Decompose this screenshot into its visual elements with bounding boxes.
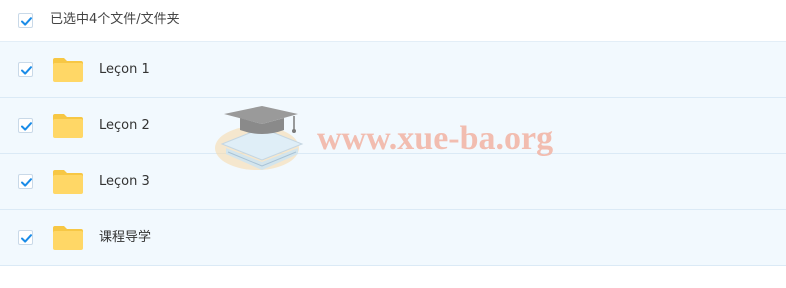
item-checkbox[interactable] (18, 230, 33, 245)
list-item[interactable]: Leçon 1 (0, 42, 786, 98)
folder-icon (53, 58, 83, 82)
list-item[interactable]: Leçon 2 (0, 98, 786, 154)
folder-icon (53, 114, 83, 138)
checkmark-icon (21, 178, 32, 187)
select-all-bar: 已选中4个文件/文件夹 (0, 0, 786, 42)
checkmark-icon (21, 234, 32, 243)
selection-count-label: 已选中4个文件/文件夹 (50, 12, 180, 27)
item-checkbox[interactable] (18, 62, 33, 77)
folder-icon (53, 226, 83, 250)
item-name[interactable]: 课程导学 (99, 228, 151, 248)
folder-icon (53, 170, 83, 194)
file-list-panel: 已选中4个文件/文件夹 Leçon 1 Leçon 2 Leçon 3 课程导学… (0, 0, 786, 288)
file-list: Leçon 1 Leçon 2 Leçon 3 课程导学 (0, 42, 786, 266)
list-item[interactable]: 课程导学 (0, 210, 786, 266)
checkmark-icon (21, 66, 32, 75)
item-name[interactable]: Leçon 1 (99, 60, 150, 80)
item-name[interactable]: Leçon 3 (99, 172, 150, 192)
item-checkbox[interactable] (18, 118, 33, 133)
checkmark-icon (21, 17, 32, 26)
select-all-checkbox[interactable] (18, 13, 33, 28)
list-item[interactable]: Leçon 3 (0, 154, 786, 210)
item-name[interactable]: Leçon 2 (99, 116, 150, 136)
item-checkbox[interactable] (18, 174, 33, 189)
checkmark-icon (21, 122, 32, 131)
